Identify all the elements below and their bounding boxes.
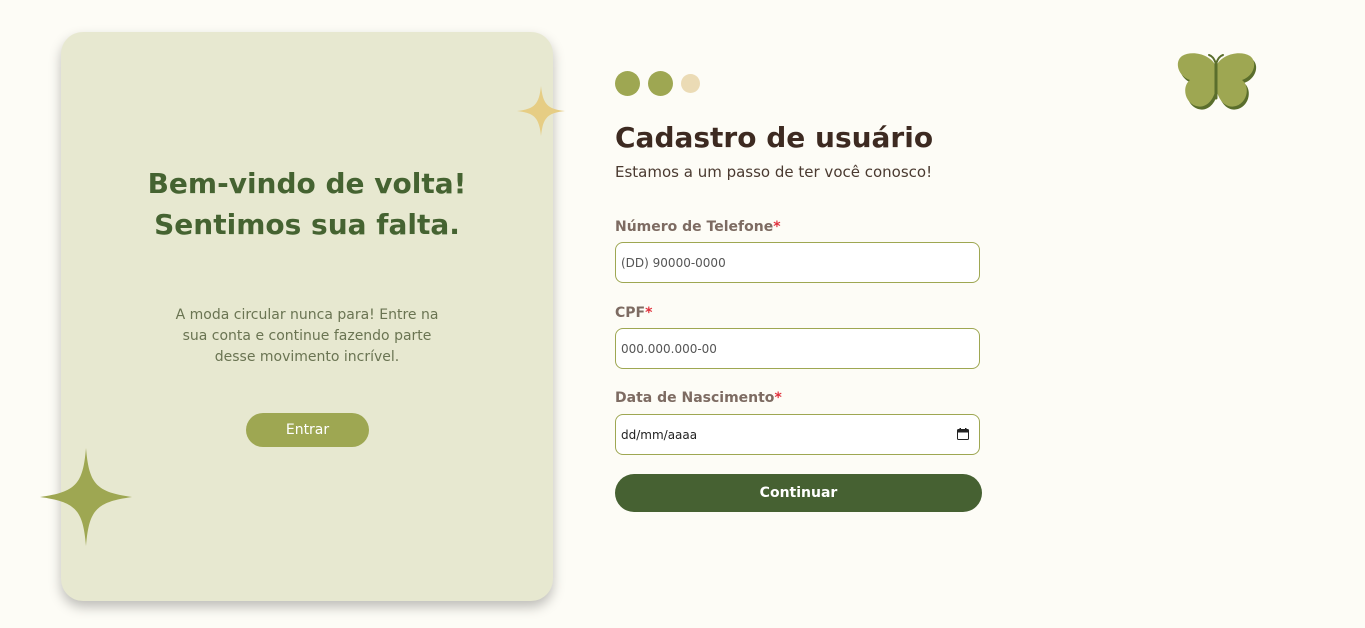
cpf-input[interactable] (615, 328, 980, 369)
step-indicator-2 (648, 71, 673, 96)
phone-input[interactable] (615, 242, 980, 283)
cpf-label-text: CPF (615, 305, 646, 321)
butterfly-icon (1177, 53, 1257, 110)
continue-button[interactable]: Continuar (615, 474, 982, 512)
sparkle-icon (40, 448, 132, 546)
form-title: Cadastro de usuário (615, 121, 934, 154)
welcome-text: A moda circular nunca para! Entre na sua… (175, 307, 439, 365)
welcome-title: Bem-vindo de volta! Sentimos sua falta. (147, 167, 467, 241)
step-indicator-1 (615, 71, 640, 96)
birth-date-label-text: Data de Nascimento (615, 390, 775, 406)
registration-page: Bem-vindo de volta! Sentimos sua falta. … (0, 0, 1365, 628)
phone-label: Número de Telefone* (615, 217, 781, 237)
step-indicator-3 (681, 74, 700, 93)
phone-label-text: Número de Telefone (615, 219, 774, 235)
required-mark: * (773, 219, 781, 235)
cpf-label: CPF* (615, 303, 652, 323)
sparkle-icon (517, 86, 565, 136)
calendar-icon[interactable] (957, 428, 969, 440)
required-mark: * (774, 390, 782, 406)
birth-date-label: Data de Nascimento* (615, 388, 782, 408)
birth-date-input[interactable] (615, 414, 980, 455)
required-mark: * (645, 305, 653, 321)
form-subtitle: Estamos a um passo de ter você conosco! (615, 163, 933, 181)
enter-button[interactable]: Entrar (246, 413, 369, 447)
